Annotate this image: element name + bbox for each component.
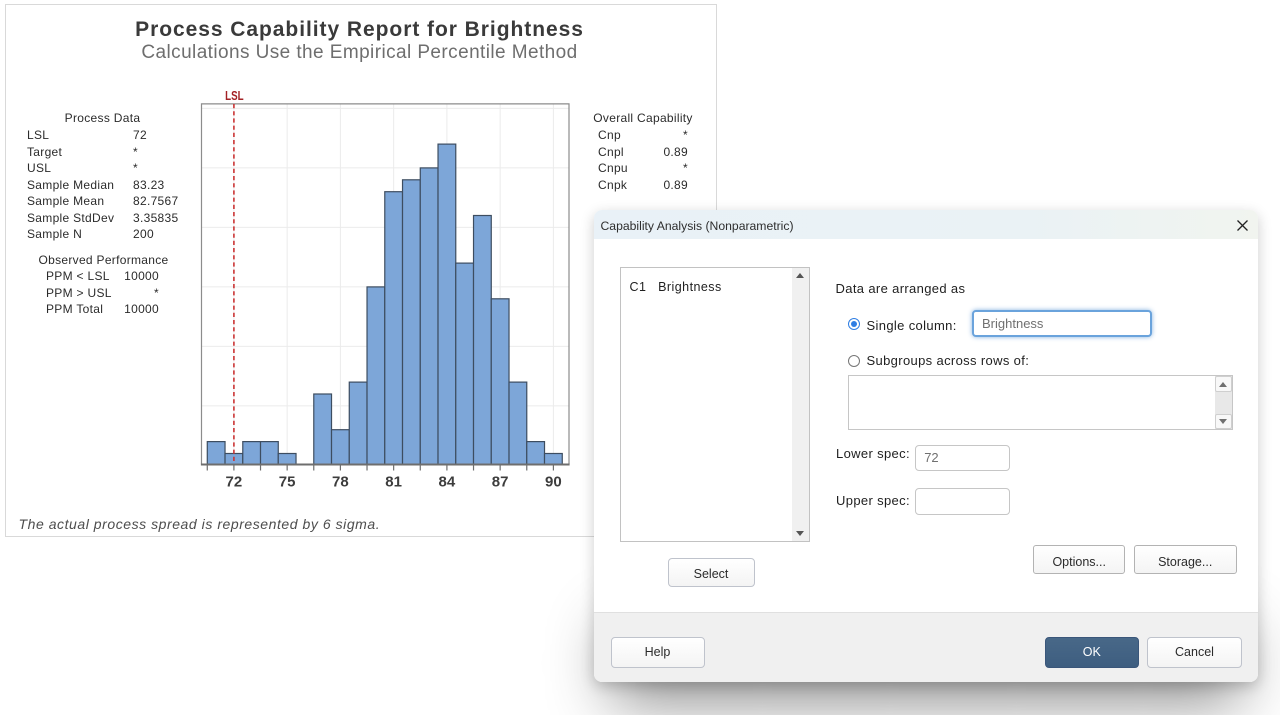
svg-text:LSL: LSL bbox=[225, 89, 244, 103]
svg-text:78: 78 bbox=[332, 474, 349, 491]
svg-text:81: 81 bbox=[385, 474, 402, 491]
svg-text:75: 75 bbox=[279, 474, 296, 491]
svg-text:87: 87 bbox=[492, 474, 509, 491]
svg-text:90: 90 bbox=[545, 474, 562, 491]
svg-text:72: 72 bbox=[226, 474, 243, 491]
svg-text:84: 84 bbox=[439, 474, 456, 491]
